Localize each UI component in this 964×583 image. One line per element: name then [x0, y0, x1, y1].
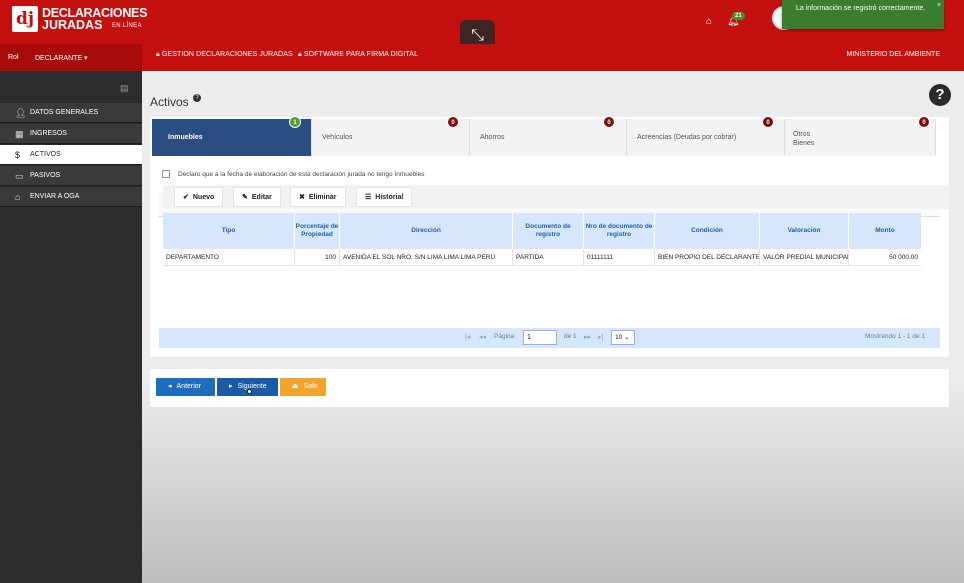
new-button[interactable]: ✔ Nuevo — [174, 187, 224, 207]
logo[interactable]: dj DECLARACIONES JURADAS EN LÍNEA — [12, 6, 147, 40]
table-row[interactable]: DEPARTAMENTO 100 AVENIDA EL SOL NRO. S/N… — [163, 249, 921, 266]
next-icon: ▸ — [229, 383, 233, 390]
building-icon: ▦ — [15, 129, 24, 139]
cell-condicion: BIEN PROPIO DEL DECLARANTE — [655, 249, 760, 266]
last-page-icon[interactable]: ▸| — [598, 333, 603, 341]
logo-line3: EN LÍNEA — [112, 23, 142, 29]
tab-ahorros[interactable]: Ahorros 0 — [470, 116, 627, 156]
column-header-monto[interactable]: Monto — [849, 213, 921, 249]
history-button[interactable]: ☰ Historial — [356, 187, 413, 207]
sidebar-item-datos-generales[interactable]: 👤︎ DATOS GENERALES — [0, 103, 142, 123]
logo-mark: dj — [12, 6, 38, 32]
page-title: Activos — [150, 95, 189, 109]
tab-acreencias[interactable]: Acreencias (Deudas por cobrar) 0 — [627, 116, 785, 156]
top-header: dj DECLARACIONES JURADAS EN LÍNEA ⌂ 🔔︎ 2… — [0, 0, 964, 52]
action-bar: ◂ Anterior ▸ Siguiente ⏏ Salir — [150, 369, 949, 407]
cell-tipo: DEPARTAMENTO — [163, 249, 295, 266]
step-count-badge: 0 — [918, 116, 930, 128]
page-total: de 1 — [564, 333, 577, 340]
step-count-badge: 1 — [289, 116, 301, 128]
edit-icon: ✎ — [242, 194, 248, 201]
help-icon[interactable]: ? — [929, 84, 951, 106]
column-header-condicion[interactable]: Condición — [655, 213, 760, 249]
sidebar-item-enviar-oga[interactable]: ⌂ ENVIAR A OGA — [0, 187, 142, 207]
exit-button[interactable]: ⏏ Salir — [280, 378, 326, 396]
table-header: Tipo Porcentaje de Propiedad Dirección D… — [163, 213, 921, 249]
cell-documento: PARTIDA — [513, 249, 584, 266]
home-icon[interactable]: ⌂ — [706, 16, 712, 27]
eject-icon: ⏏ — [292, 383, 299, 390]
tab-inmuebles[interactable]: Inmuebles 1 — [152, 116, 312, 156]
role-dropdown[interactable]: DECLARANTE ▾ — [35, 54, 88, 62]
prev-page-icon[interactable]: ◂◂ — [479, 333, 486, 341]
edit-button[interactable]: ✎ Editar — [233, 187, 281, 207]
cell-monto: 50 000.00 — [889, 254, 918, 261]
page-input[interactable]: 1 — [523, 330, 557, 345]
sidebar-item-ingresos[interactable]: ▦ INGRESOS — [0, 124, 142, 144]
main-content: Activos ? ? Inmuebles 1 Vehículos 0 Ahor… — [142, 71, 964, 583]
cell-valoracion: VALOR PREDIAL MUNICIPAL — [760, 249, 849, 266]
sidebar: ▤ 👤︎ DATOS GENERALES ▦ INGRESOS $ ACTIVOS ▭… — [0, 71, 142, 583]
sidebar-item-activos[interactable]: $ ACTIVOS — [0, 145, 142, 165]
logo-line2: JURADAS — [42, 18, 103, 32]
card-icon: ▭ — [15, 171, 24, 181]
menu-gestion-declaraciones[interactable]: 🔒︎ GESTION DECLARACIONES JURADAS — [156, 51, 293, 59]
wizard-steps: Inmuebles 1 Vehículos 0 Ahorros 0 Acreen… — [152, 116, 936, 156]
no-properties-label: Declaro que a la fecha de elaboración de… — [178, 171, 425, 178]
prev-icon: ◂ — [168, 383, 172, 390]
sidebar-item-pasivos[interactable]: ▭ PASIVOS — [0, 166, 142, 186]
close-icon[interactable]: × — [937, 1, 941, 11]
previous-button[interactable]: ◂ Anterior — [156, 378, 215, 396]
column-header-porcentaje[interactable]: Porcentaje de Propiedad — [295, 213, 340, 249]
notification-badge: 21 — [732, 12, 745, 20]
question-icon[interactable]: ? — [193, 94, 201, 102]
tab-vehiculos[interactable]: Vehículos 0 — [312, 116, 470, 156]
grid-toolbar: ✔ Nuevo ✎ Editar ✖ Eliminar ☰ Historial — [163, 185, 949, 209]
collapse-sidebar-icon[interactable]: ▤ — [120, 83, 129, 94]
step-count-badge: 0 — [603, 116, 615, 128]
cell-nro-documento: 01111111 — [584, 249, 655, 266]
role-bar: Rol DECLARANTE ▾ — [0, 44, 142, 71]
first-page-icon[interactable]: |◂ — [465, 333, 470, 341]
page-label: Página — [494, 333, 515, 340]
column-header-direccion[interactable]: Dirección — [340, 213, 513, 249]
next-page-icon[interactable]: ▸▸ — [584, 333, 591, 341]
list-icon: ☰ — [365, 194, 372, 201]
menu-software-firma[interactable]: 🔒︎ SOFTWARE PARA FIRMA DIGITAL — [298, 51, 418, 59]
column-header-valoracion[interactable]: Valoración — [760, 213, 849, 249]
check-icon: ✔ — [183, 194, 189, 201]
step-count-badge: 0 — [762, 116, 774, 128]
no-properties-checkbox[interactable] — [162, 170, 170, 178]
pagination-bar: |◂ ◂◂ Página 1 de 1 ▸▸ ▸| 10 ⌄ Mostrando… — [159, 328, 940, 348]
inbox-icon: ⌂ — [15, 192, 21, 202]
toast-message: La información se registró correctamente… — [796, 5, 926, 12]
user-icon: 👤︎ — [15, 108, 27, 118]
dollar-icon: $ — [15, 150, 21, 160]
step-count-badge: 0 — [447, 116, 459, 128]
column-header-tipo[interactable]: Tipo — [163, 213, 295, 249]
success-toast: La información se registró correctamente… — [782, 0, 944, 29]
tab-otros-bienes[interactable]: Otros Bienes 0 — [785, 116, 936, 156]
delete-button[interactable]: ✖ Eliminar — [290, 187, 346, 207]
ministry-label: MINISTERIO DEL AMBIENTE — [846, 51, 940, 58]
pagination-status: Mostrando 1 - 1 de 1 — [865, 333, 925, 340]
mouse-cursor — [247, 389, 252, 394]
cell-direccion: AVENIDA EL SOL NRO. S/N LIMA LIMA LIMA P… — [340, 249, 513, 266]
close-icon: ✖ — [299, 194, 305, 201]
column-header-documento[interactable]: Documento de registro — [513, 213, 584, 249]
page-size-select[interactable]: 10 ⌄ — [611, 330, 635, 345]
role-label: Rol — [8, 54, 19, 61]
cell-porcentaje: 100 — [295, 249, 340, 266]
column-header-nro-documento[interactable]: Nro de documento de registro — [584, 213, 655, 249]
menu-bar: 🔒︎ GESTION DECLARACIONES JURADAS 🔒︎ SOFT… — [142, 44, 964, 71]
